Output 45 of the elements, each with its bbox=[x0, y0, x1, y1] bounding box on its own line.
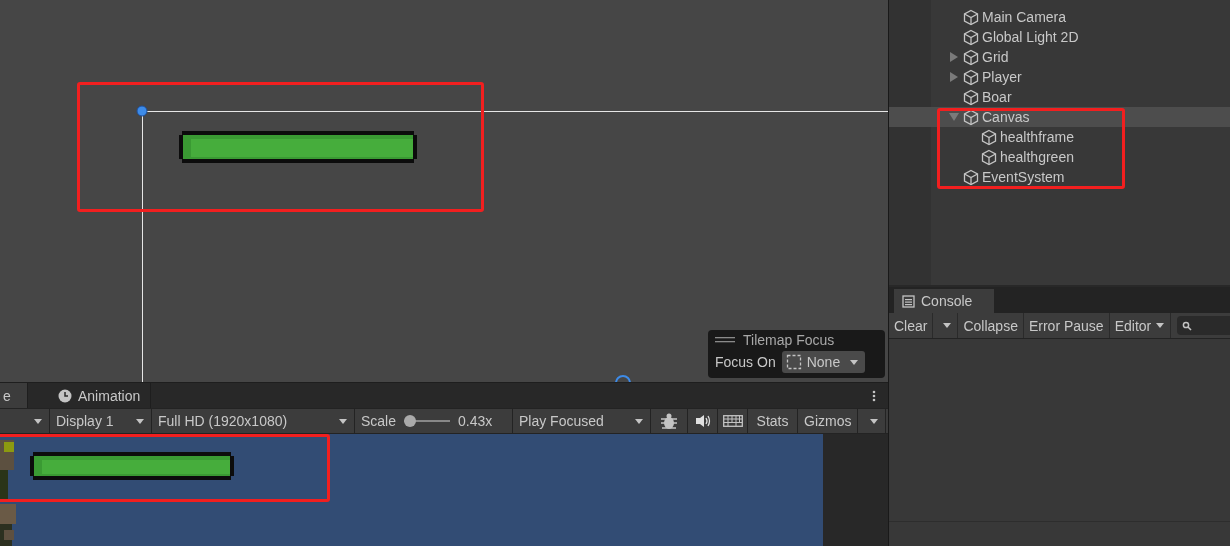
field-label: Focus On bbox=[715, 354, 776, 370]
cube-icon bbox=[963, 8, 979, 26]
search-icon bbox=[1182, 320, 1193, 331]
panel-tab[interactable]: e bbox=[0, 383, 28, 408]
drag-handle-icon bbox=[715, 337, 735, 343]
cube-icon bbox=[981, 128, 997, 146]
hierarchy-item[interactable]: Canvas bbox=[889, 107, 1230, 127]
speaker-icon bbox=[693, 414, 712, 428]
console-tab[interactable]: Console bbox=[894, 289, 995, 313]
caret-icon bbox=[338, 417, 348, 425]
cube-icon bbox=[963, 48, 979, 66]
overlay-title: Tilemap Focus bbox=[743, 332, 835, 348]
hierarchy-item[interactable]: Boar bbox=[889, 87, 1230, 107]
cube-icon bbox=[963, 168, 979, 186]
caret-icon bbox=[868, 417, 879, 425]
cube-icon bbox=[963, 28, 979, 46]
cube-icon bbox=[963, 68, 979, 86]
clock-icon bbox=[58, 388, 72, 403]
collapse-arrow-icon bbox=[949, 112, 959, 122]
search-field[interactable] bbox=[1177, 316, 1230, 335]
console-icon bbox=[902, 294, 915, 308]
more-options-icon bbox=[872, 389, 876, 402]
caret-icon bbox=[135, 417, 145, 425]
focus-dropdown[interactable]: None bbox=[781, 351, 866, 373]
bug-icon bbox=[660, 412, 678, 430]
cube-icon bbox=[981, 148, 997, 166]
caret-icon bbox=[634, 417, 644, 425]
hierarchy-item[interactable]: Main Camera bbox=[889, 7, 1230, 27]
hierarchy-item[interactable]: Player bbox=[889, 67, 1230, 87]
caret-icon bbox=[1155, 322, 1166, 329]
scale-label: Scale bbox=[361, 413, 397, 429]
hierarchy-item[interactable]: Global Light 2D bbox=[889, 27, 1230, 47]
scale-value: 0.43x bbox=[458, 413, 493, 429]
hierarchy-item[interactable]: healthframe bbox=[889, 127, 1230, 147]
pivot-handle bbox=[136, 105, 148, 117]
hierarchy-item[interactable]: EventSystem bbox=[889, 167, 1230, 187]
cube-icon bbox=[963, 108, 979, 126]
caret-icon bbox=[942, 322, 953, 329]
caret-icon bbox=[33, 417, 43, 425]
keyboard-icon bbox=[722, 415, 743, 427]
cube-icon bbox=[963, 88, 979, 106]
dashed-square-icon bbox=[785, 354, 802, 370]
hierarchy-item[interactable]: Grid bbox=[889, 47, 1230, 67]
hierarchy-item[interactable]: healthgreen bbox=[889, 147, 1230, 167]
caret-icon bbox=[849, 358, 860, 366]
